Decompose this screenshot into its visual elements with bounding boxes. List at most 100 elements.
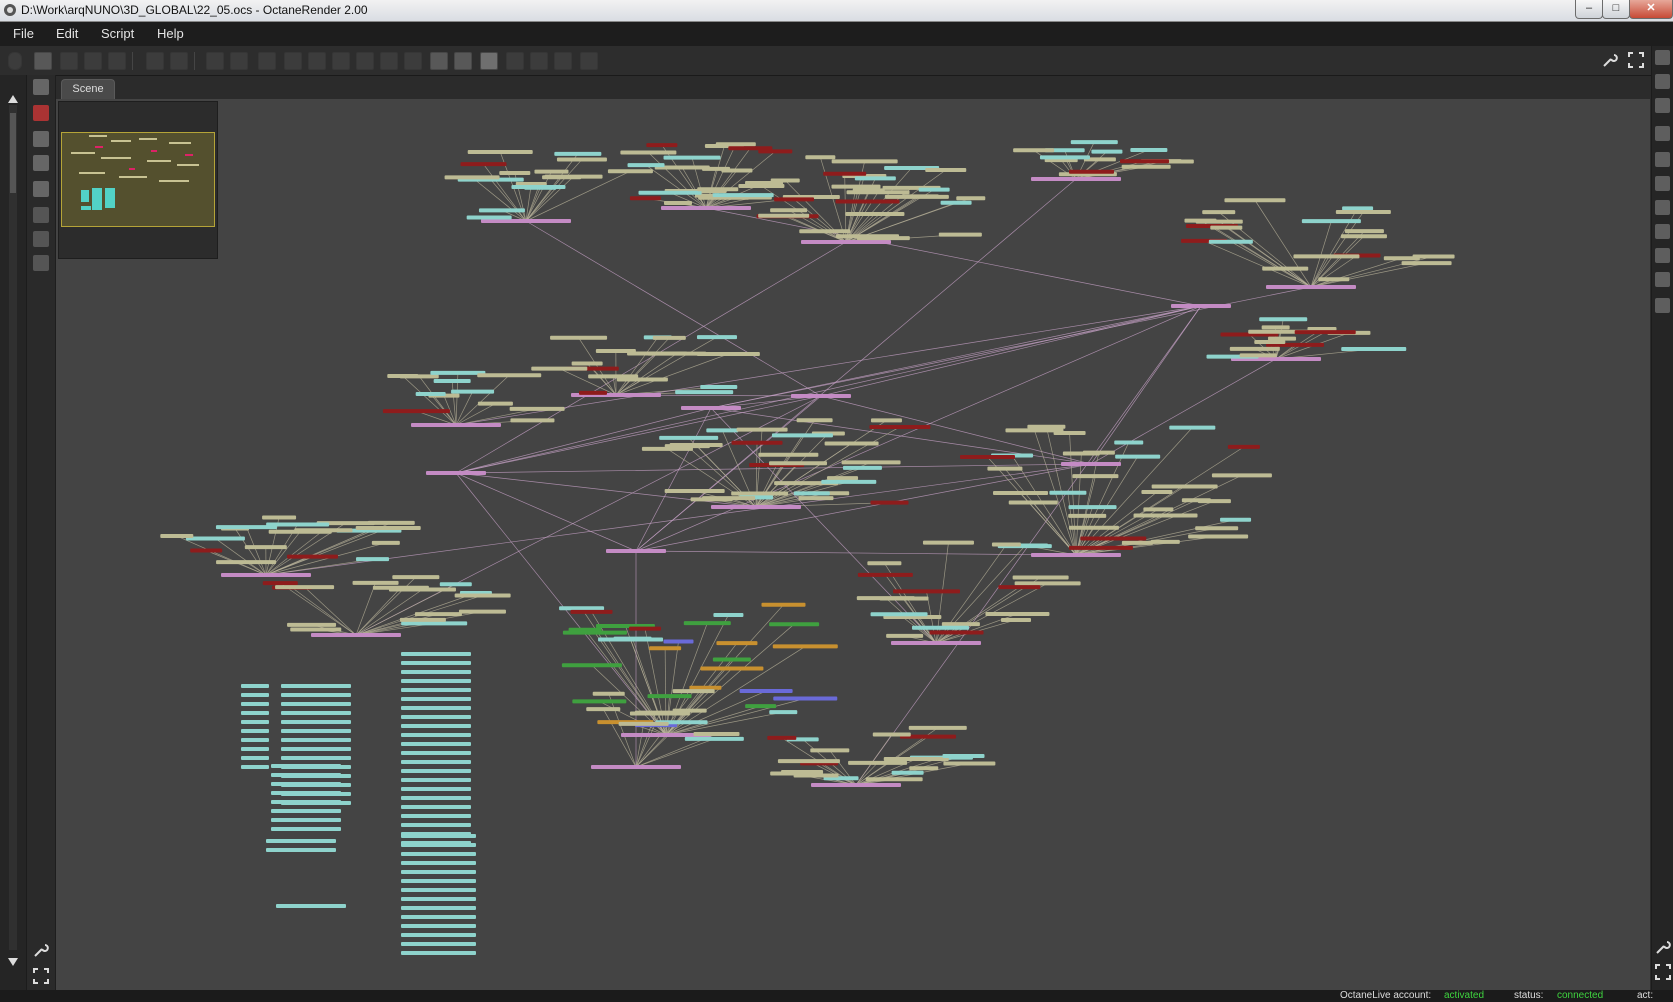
save-icon[interactable] <box>34 52 52 70</box>
environment-icon[interactable] <box>1655 200 1670 215</box>
fullscreen-icon[interactable] <box>1655 964 1671 980</box>
graph-icon[interactable] <box>1655 272 1670 287</box>
graph-node <box>387 374 419 379</box>
camera-icon[interactable] <box>1655 152 1670 167</box>
real-time-icon[interactable] <box>480 52 498 70</box>
close-button[interactable]: ✕ <box>1629 0 1673 19</box>
menu-help[interactable]: Help <box>157 26 184 41</box>
graph-node <box>938 232 982 237</box>
graph-node <box>716 641 758 646</box>
copy-icon[interactable] <box>506 52 524 70</box>
graph-node <box>659 435 719 440</box>
arrange-icon[interactable] <box>33 131 49 147</box>
graph-node <box>728 146 773 151</box>
image-icon[interactable] <box>1655 126 1670 141</box>
stop-icon[interactable] <box>146 52 164 70</box>
pin-icon[interactable] <box>580 52 598 70</box>
camera-settings-icon[interactable] <box>1655 50 1670 65</box>
camera-icon[interactable] <box>284 52 302 70</box>
graph-node <box>646 143 678 148</box>
wrench-icon[interactable] <box>1655 939 1671 955</box>
graph-node <box>401 652 471 656</box>
render-region-icon[interactable] <box>60 52 78 70</box>
material-picker-icon[interactable] <box>108 52 126 70</box>
fit-view-icon[interactable] <box>33 155 49 171</box>
scrollbar-thumb[interactable] <box>10 113 16 193</box>
graph-node <box>1039 155 1090 160</box>
minimize-button[interactable]: – <box>1575 0 1603 19</box>
graph-node <box>867 561 902 566</box>
title-bar: D:\Work\arqNUNO\3D_GLOBAL\22_05.ocs - Oc… <box>0 0 1673 22</box>
act-label: act: <box>1637 990 1654 1001</box>
node-boxes[interactable] <box>160 140 1455 955</box>
menu-script[interactable]: Script <box>101 26 134 41</box>
graph-node <box>681 406 741 410</box>
graph-node <box>987 466 1023 471</box>
layers-icon[interactable] <box>1655 74 1670 89</box>
restart-icon[interactable] <box>170 52 188 70</box>
node-material-icon[interactable] <box>33 207 49 223</box>
fullscreen-icon[interactable] <box>33 968 49 984</box>
graph-node <box>848 760 908 765</box>
material-icon[interactable] <box>1655 298 1670 313</box>
graph-node <box>1120 159 1170 164</box>
graph-node <box>1294 330 1356 335</box>
zoom-region-icon[interactable] <box>454 52 472 70</box>
graph-node <box>620 150 677 155</box>
menu-file[interactable]: File <box>13 26 34 41</box>
outliner-icon[interactable] <box>1655 98 1670 113</box>
collapse-icon[interactable] <box>33 181 49 197</box>
node-wire <box>665 614 729 736</box>
graph-node <box>711 505 801 509</box>
wrench-icon[interactable] <box>1602 52 1618 68</box>
graph-node <box>1195 219 1243 224</box>
monitor-icon[interactable] <box>1655 176 1670 191</box>
graph-node <box>811 783 901 787</box>
subsample-icon[interactable] <box>332 52 350 70</box>
graph-node <box>271 809 341 813</box>
node-wire <box>355 589 423 636</box>
delete-node-icon[interactable] <box>33 105 49 121</box>
graph-node <box>713 612 744 617</box>
graph-node <box>287 622 337 627</box>
vertical-scrollbar[interactable] <box>9 105 17 950</box>
graph-node <box>1227 444 1260 449</box>
film-region-icon[interactable] <box>430 52 448 70</box>
focus-picker-icon[interactable] <box>84 52 102 70</box>
select-icon[interactable] <box>33 79 49 95</box>
preview-icon[interactable] <box>380 52 398 70</box>
tab-scene[interactable]: Scene <box>61 79 115 99</box>
graph-node <box>770 178 800 183</box>
paste-icon[interactable] <box>530 52 548 70</box>
start-icon[interactable] <box>230 52 248 70</box>
menu-edit[interactable]: Edit <box>56 26 78 41</box>
scroll-down-icon[interactable] <box>7 957 19 967</box>
graph-node <box>731 491 789 496</box>
node-image-icon[interactable] <box>33 255 49 271</box>
graph-node <box>772 644 838 649</box>
graph-node <box>1266 285 1356 289</box>
image-icon[interactable] <box>1655 224 1670 239</box>
pause-icon[interactable] <box>206 52 224 70</box>
settings-icon[interactable] <box>554 52 572 70</box>
graph-node <box>831 159 898 164</box>
fullscreen-icon[interactable] <box>1628 52 1644 68</box>
node-graph-editor[interactable] <box>56 99 1650 990</box>
graph-node <box>856 236 910 241</box>
sun-icon[interactable] <box>1655 248 1670 263</box>
graph-node <box>745 704 777 709</box>
display-icon[interactable] <box>258 52 276 70</box>
graph-node <box>663 155 721 160</box>
graph-node <box>891 770 924 775</box>
graph-node <box>382 409 450 414</box>
node-graph-canvas[interactable] <box>56 99 1650 990</box>
maximize-button[interactable]: □ <box>1602 0 1630 19</box>
graph-node <box>697 187 739 192</box>
node-texture-icon[interactable] <box>33 231 49 247</box>
lock-icon[interactable] <box>356 52 374 70</box>
graph-minimap[interactable] <box>58 101 218 259</box>
region-icon[interactable] <box>404 52 422 70</box>
scroll-up-icon[interactable] <box>7 94 19 104</box>
clay-mode-icon[interactable] <box>308 52 326 70</box>
wrench-icon[interactable] <box>33 942 49 958</box>
